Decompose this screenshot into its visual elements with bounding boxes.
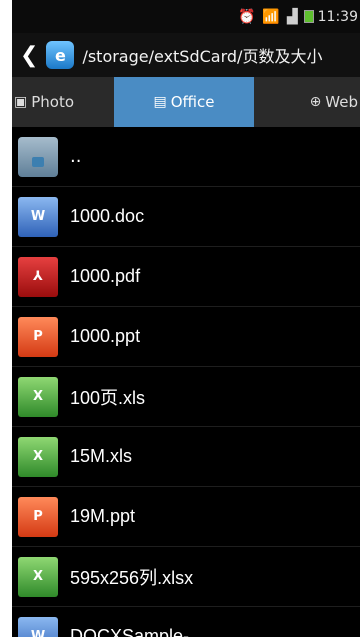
file-list: .. W 1000.doc ⅄ 1000.pdf P 1000.ppt X 10… xyxy=(12,127,360,637)
tab-office[interactable]: ▤ Office xyxy=(114,77,254,127)
tab-office-label: Office xyxy=(170,93,215,111)
list-item[interactable]: X 595x256列.xlsx xyxy=(12,547,360,607)
file-manager-icon: e xyxy=(46,41,75,69)
folder-up-icon xyxy=(18,136,58,177)
list-item[interactable]: W 1000.doc xyxy=(12,187,360,247)
file-name: 100页.xls xyxy=(70,387,146,408)
tab-photo-label: Photo xyxy=(31,93,75,111)
list-item[interactable]: X 100页.xls xyxy=(12,367,360,427)
phone-screen: ⏰ 📶 ▟ 11:39 ❮ e /storage/extSdCard/页数及大小… xyxy=(12,0,360,637)
current-path: /storage/extSdCard/页数及大小 xyxy=(82,47,323,66)
list-item[interactable]: X 15M.xls xyxy=(12,427,360,487)
word-document-icon: W xyxy=(18,616,58,637)
file-name: 19M.ppt xyxy=(70,506,136,526)
list-item[interactable]: .. xyxy=(12,127,360,187)
list-item[interactable]: ⅄ 1000.pdf xyxy=(12,247,360,307)
signal-icon: ▟ xyxy=(286,8,298,25)
excel-document-icon: X xyxy=(18,436,58,477)
excel-document-icon: X xyxy=(18,556,58,597)
file-name: 1000.pdf xyxy=(70,266,141,286)
powerpoint-document-icon: P xyxy=(18,316,58,357)
document-icon: ▤ xyxy=(153,94,167,110)
list-item[interactable]: W DOCXSample- xyxy=(12,607,360,637)
file-name: 1000.ppt xyxy=(70,326,141,346)
file-name: 1000.doc xyxy=(70,206,145,226)
file-name: 595x256列.xlsx xyxy=(70,567,194,588)
wifi-icon: 📶 xyxy=(262,8,280,25)
tab-web[interactable]: ⊕ Web xyxy=(254,77,360,127)
tab-bar: ▣ Photo ▤ Office ⊕ Web xyxy=(12,77,360,127)
file-name: DOCXSample- xyxy=(70,626,190,637)
globe-icon: ⊕ xyxy=(309,94,322,110)
list-item[interactable]: P 19M.ppt xyxy=(12,487,360,547)
path-header: ❮ e /storage/extSdCard/页数及大小 xyxy=(12,33,360,77)
back-chevron-icon[interactable]: ❮ xyxy=(20,43,38,68)
alarm-clock-icon: ⏰ xyxy=(237,8,256,25)
list-item[interactable]: P 1000.ppt xyxy=(12,307,360,367)
pdf-document-icon: ⅄ xyxy=(18,256,58,297)
tab-web-label: Web xyxy=(325,93,358,111)
file-name: 15M.xls xyxy=(70,446,133,466)
status-bar: ⏰ 📶 ▟ 11:39 xyxy=(12,0,360,33)
tab-photo[interactable]: ▣ Photo xyxy=(12,77,114,127)
powerpoint-document-icon: P xyxy=(18,496,58,537)
battery-icon xyxy=(303,10,314,23)
excel-document-icon: X xyxy=(18,376,58,417)
status-time: 11:39 xyxy=(317,8,358,25)
image-icon: ▣ xyxy=(14,94,28,110)
file-name: .. xyxy=(70,146,82,167)
word-document-icon: W xyxy=(18,196,58,237)
